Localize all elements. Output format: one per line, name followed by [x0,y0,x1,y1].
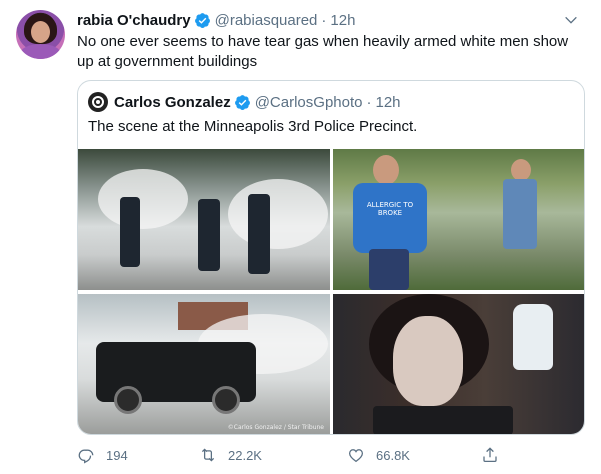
shirt-text: ALLERGIC TO BROKE [366,201,414,217]
quoted-author-avatar [88,92,108,112]
quoted-author-name: Carlos Gonzalez [114,93,231,111]
action-bar: 194 22.2K 66.8K [77,445,577,465]
quoted-author-handle: @CarlosGphoto [254,93,363,111]
quoted-tweet-header: Carlos Gonzalez @CarlosGphoto · 12h [88,91,401,113]
author-handle[interactable]: @rabiasquared [215,12,318,29]
share-icon [483,447,497,463]
heart-icon [348,449,364,463]
tweet-header: rabia O'chaudry @rabiasquared · 12h [77,10,355,30]
chevron-down-icon[interactable] [563,12,579,28]
author-avatar[interactable] [16,10,65,59]
separator-dot: · [366,93,372,111]
photo-credit: ©Carlos Gonzalez / Star Tribune [227,424,324,431]
share-button[interactable] [481,445,499,465]
reply-button[interactable]: 194 [77,445,128,465]
media-grid: ALLERGIC TO BROKE ©Carlos Gonzalez / Sta… [78,149,584,434]
retweet-count: 22.2K [228,447,262,463]
photo-black-suv-tear-gas[interactable]: ©Carlos Gonzalez / Star Tribune [78,294,330,434]
quoted-tweet[interactable]: Carlos Gonzalez @CarlosGphoto · 12h The … [77,80,585,435]
retweet-icon [201,448,215,462]
like-button[interactable]: 66.8K [347,445,410,465]
verified-badge-icon [194,12,210,28]
reply-count: 194 [106,447,128,463]
photo-woman-milk-face[interactable] [333,294,584,434]
verified-badge-icon [234,94,250,110]
quoted-tweet-text: The scene at the Minneapolis 3rd Police … [88,118,418,135]
photo-woman-allergic-to-broke-shirt[interactable]: ALLERGIC TO BROKE [333,149,584,290]
like-count: 66.8K [376,447,410,463]
retweet-button[interactable]: 22.2K [199,445,262,465]
tweet-text: No one ever seems to have tear gas when … [77,33,569,70]
author-name[interactable]: rabia O'chaudry [77,12,191,29]
photo-police-tear-gas[interactable] [78,149,330,290]
tweet[interactable]: rabia O'chaudry @rabiasquared · 12h No o… [0,0,601,474]
tweet-time[interactable]: 12h [330,12,355,29]
reply-icon [78,449,94,464]
separator-dot: · [321,11,327,29]
quoted-tweet-time: 12h [375,93,401,111]
